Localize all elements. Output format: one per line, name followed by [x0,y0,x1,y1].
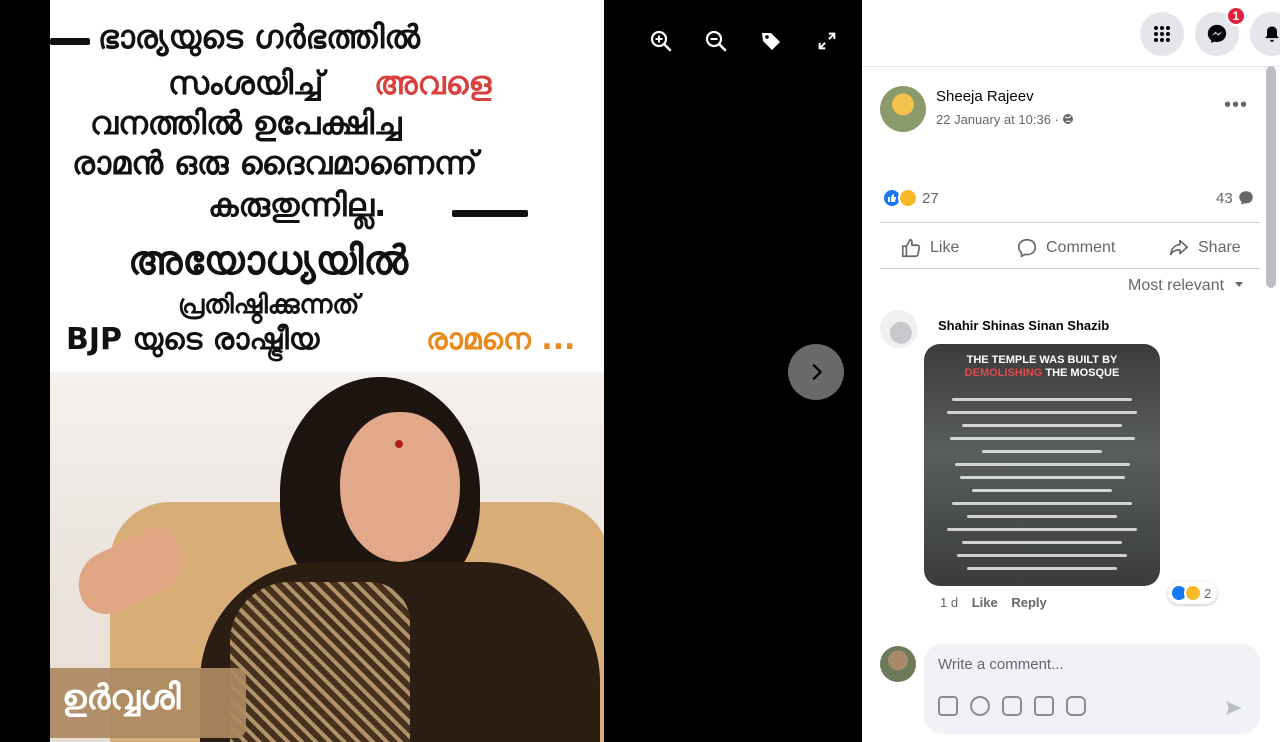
photo-line-4: രാമൻ ഒരു ദൈവമാണെന്ന് [72,144,478,182]
divider [880,222,1260,223]
composer-tools [938,696,1086,716]
caret-down-icon [1234,282,1243,287]
post-photo: ഭാര്യയുടെ ഗർഭത്തിൽ സംശയിച്ച് അവളെ വനത്തി… [50,0,604,742]
share-label[interactable]: Share [1198,239,1241,257]
comment-count-text: 43 [1216,189,1233,207]
author-name[interactable]: Sheeja Rajeev [936,88,1034,105]
top-bar: 1 [862,0,1280,67]
comment-like-link[interactable]: Like [972,595,998,610]
gif-icon[interactable] [1034,696,1054,716]
send-icon[interactable] [1224,698,1244,718]
photo-line-6: അയോധ്യയിൽ [128,238,408,284]
next-photo-button[interactable] [788,344,844,400]
comment-meta: 1 d Like Reply [940,595,1057,610]
photo-line-3: വനത്തിൽ ഉപേക്ഷിച്ച [90,104,402,142]
zoom-out-icon [705,30,727,52]
share-icon [1169,239,1189,256]
comment-image-title-highlight: DEMOLISHING [964,367,1043,379]
post-timestamp[interactable]: 22 January at 10:36 · [936,112,1074,127]
comment-image-text-lines [942,388,1142,570]
current-user-avatar[interactable] [880,646,916,682]
notifications-button[interactable] [1250,12,1280,56]
commenter-name[interactable]: Shahir Shinas Sinan Shazib [938,318,1109,333]
grid-menu-icon [1154,26,1170,42]
tag-icon [762,33,780,50]
author-avatar[interactable] [880,86,926,132]
globe-icon [1063,114,1074,124]
commenter-avatar[interactable] [880,310,918,348]
comment-sort-dropdown[interactable]: Most relevant [1128,277,1245,295]
comment-image-title-line1: THE TEMPLE WAS BUILT BY [966,354,1118,366]
comment-age[interactable]: 1 d [940,595,958,610]
comment-reactions[interactable]: 2 [1168,582,1218,604]
comment-image-title-line2: THE MOSQUE [1045,367,1120,379]
avatar-sticker-icon[interactable] [938,696,958,716]
comment-bubble-icon [1238,191,1253,205]
comment-reaction-count: 2 [1204,585,1212,601]
tag-button[interactable] [758,28,784,54]
comment-count[interactable]: 43 [1216,189,1255,207]
photo-line-2a: സംശയിച്ച് [168,64,324,102]
reaction-count: 27 [922,189,939,207]
photo-line-7: പ്രതിഷ്ഠിക്കുന്നത് [178,290,360,320]
photo-line-5: കരുതുന്നില്ല. [208,186,387,224]
post-side-panel: 1 Sheeja Rajeev 22 January at 10:36 · ••… [862,0,1280,742]
reaction-summary[interactable]: 27 [882,186,939,210]
timestamp-text[interactable]: 22 January at 10:36 · [936,112,1059,127]
photo-line-1: ഭാര്യയുടെ ഗർഭത്തിൽ [98,18,421,56]
messenger-icon [1207,24,1227,44]
photo-line-2b: അവളെ [374,64,492,102]
fullscreen-icon [818,32,836,50]
haha-reaction-icon [1184,584,1202,602]
emoji-icon[interactable] [970,696,990,716]
scrollbar-thumb[interactable] [1266,66,1276,288]
bindi [395,440,403,448]
photo-viewer: ഭാര്യയുടെ ഗർഭത്തിൽ സംശയിച്ച് അവളെ വനത്തി… [0,0,862,742]
share-button[interactable]: Share [1168,234,1241,262]
comment-image-title: THE TEMPLE WAS BUILT BY DEMOLISHING THE … [924,354,1160,380]
zoom-out-button[interactable] [703,28,729,54]
comment-label[interactable]: Comment [1046,239,1115,257]
comment-icon [1017,238,1037,258]
comment-button[interactable]: Comment [1016,234,1115,262]
photo-line-8a: BJP യുടെ രാഷ്ട്രീയ [66,322,320,357]
name-badge: ഉർവ്വശി [50,668,246,738]
menu-button[interactable] [1140,12,1184,56]
decorative-dash [50,38,90,45]
sort-label[interactable]: Most relevant [1128,277,1224,294]
thumbs-up-icon [901,238,921,258]
saree-pattern [230,582,410,742]
bell-icon [1265,26,1279,42]
more-options-button[interactable]: ••• [1224,94,1248,117]
chevron-right-icon [812,363,823,381]
haha-reaction-icon [898,188,918,208]
name-badge-text: ഉർവ്വശി [62,678,181,718]
divider [880,268,1260,269]
camera-icon[interactable] [1002,696,1022,716]
comment-input-placeholder[interactable]: Write a comment... [938,656,1064,673]
portrait-face [340,412,460,562]
decorative-dash [452,210,528,217]
comment-composer[interactable]: Write a comment... [924,644,1260,734]
like-label[interactable]: Like [930,239,959,257]
like-button[interactable]: Like [900,234,959,262]
comment-reply-link[interactable]: Reply [1011,595,1046,610]
fullscreen-button[interactable] [814,28,840,54]
zoom-in-icon [650,30,672,52]
notification-badge: 1 [1226,6,1246,26]
sticker-icon[interactable] [1066,696,1086,716]
photo-text-area: ഭാര്യയുടെ ഗർഭത്തിൽ സംശയിച്ച് അവളെ വനത്തി… [50,0,604,372]
comment-image[interactable]: THE TEMPLE WAS BUILT BY DEMOLISHING THE … [924,344,1160,586]
zoom-in-button[interactable] [648,28,674,54]
photo-line-8b: രാമനെ ... [426,322,576,357]
